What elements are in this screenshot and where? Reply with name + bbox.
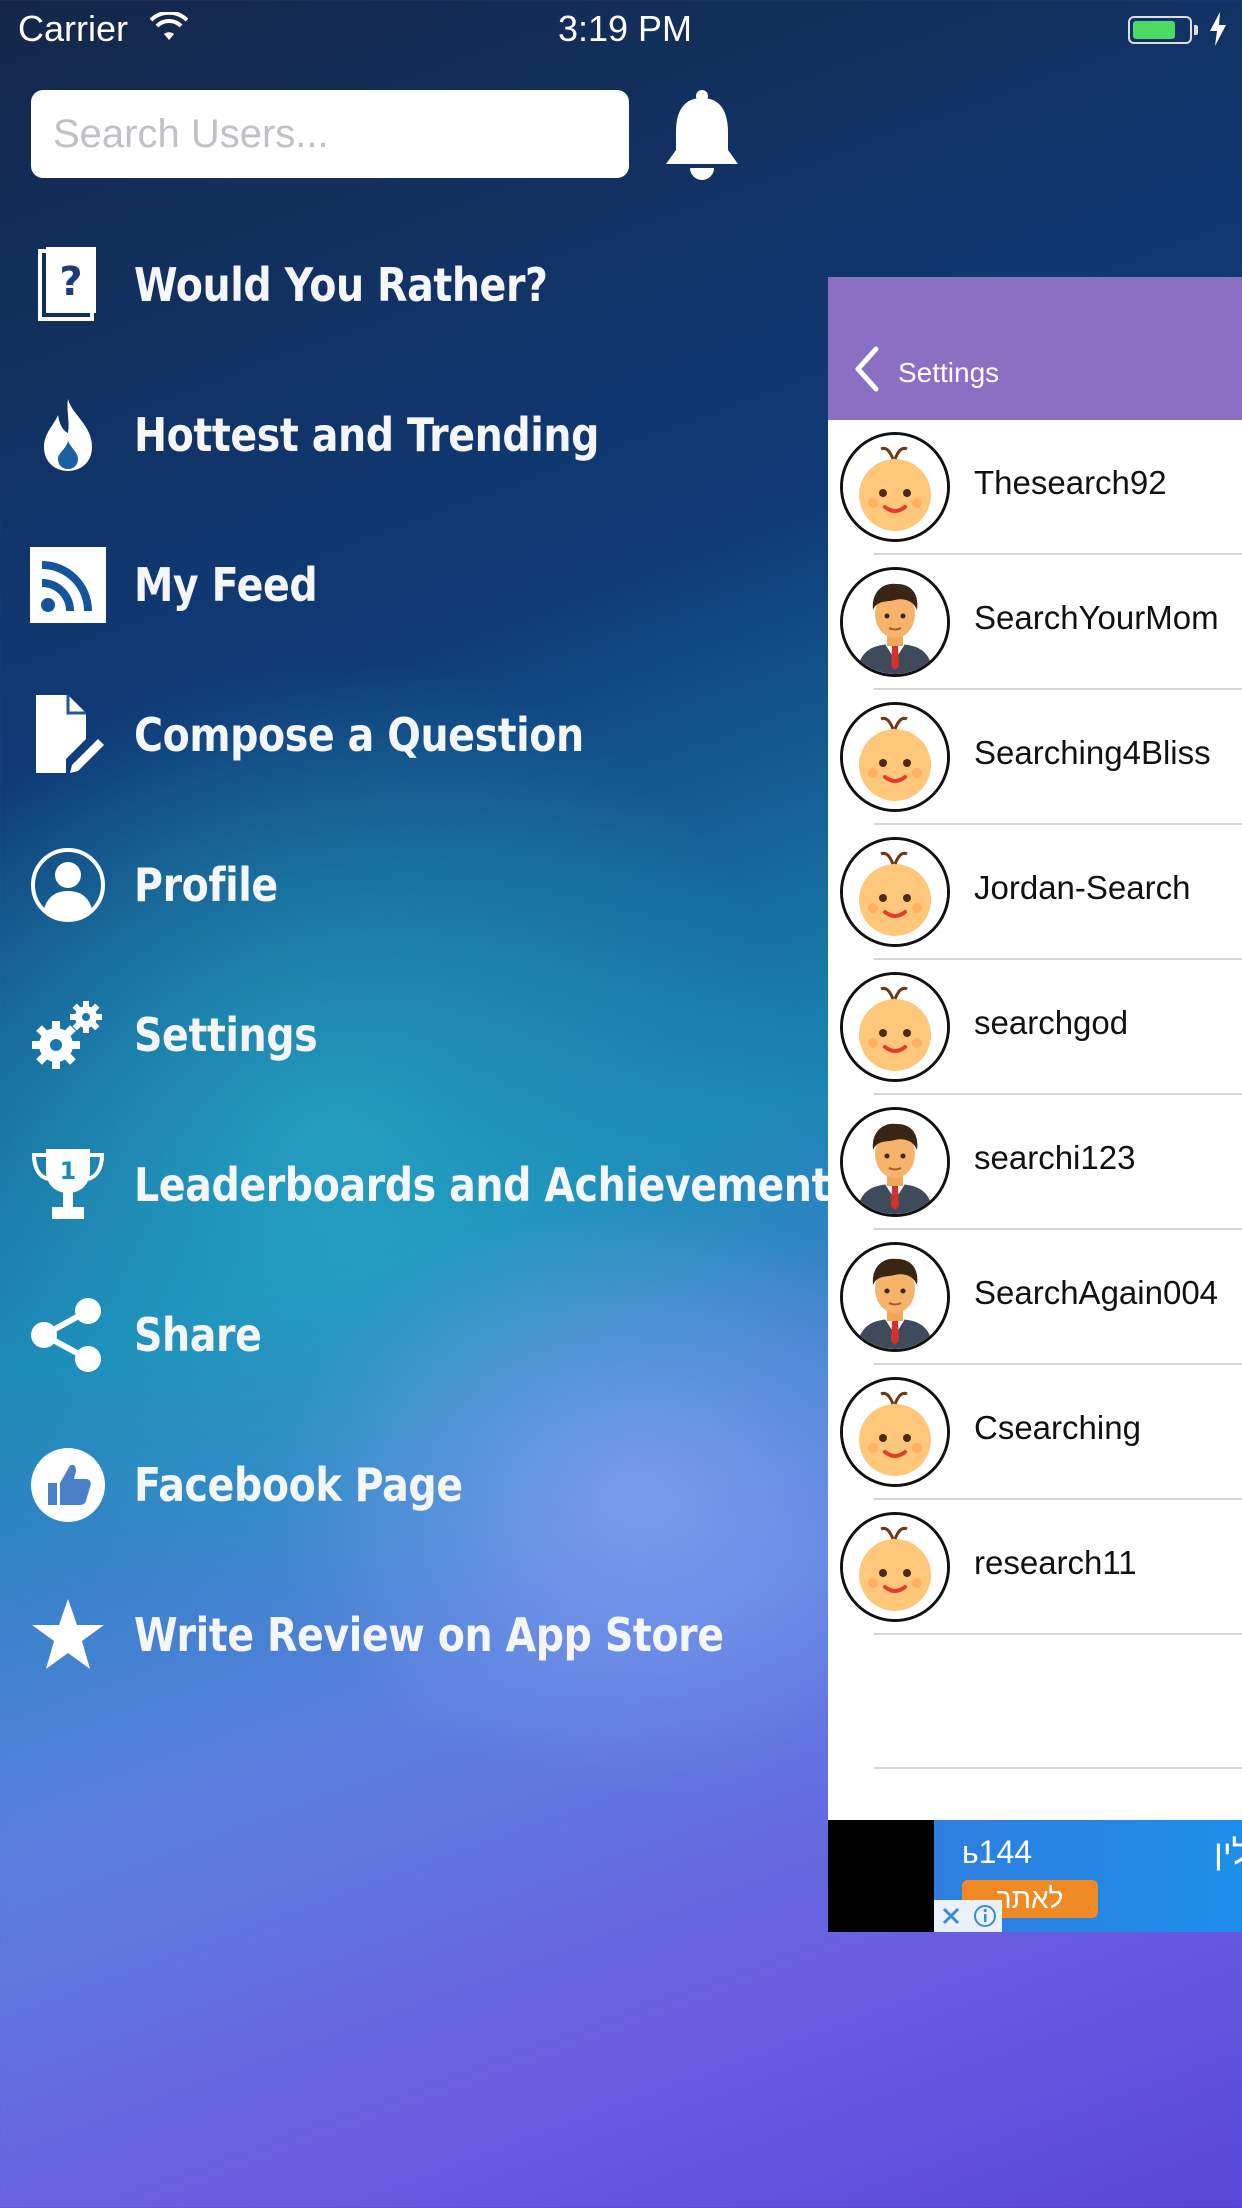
user-result-row[interactable]: SearchAgain004 — [828, 1230, 1242, 1365]
gears-icon — [30, 990, 106, 1080]
back-button-label[interactable]: Settings — [898, 357, 999, 389]
question-book-icon: ? — [30, 240, 106, 330]
search-results-panel: Settings Thesearch92 SearchYourMom Searchi… — [828, 277, 1242, 1932]
baby-avatar-icon — [843, 435, 947, 539]
menu-item-write-review[interactable]: Write Review on App Store — [30, 1585, 820, 1685]
panel-header: Settings — [828, 277, 1242, 420]
username-label: research11 — [974, 1544, 1137, 1581]
info-icon[interactable] — [968, 1900, 1002, 1932]
ad-banner[interactable]: ь144 לין לאתר — [828, 1820, 1242, 1932]
battery-icon — [1128, 16, 1192, 44]
menu-label: Write Review on App Store — [134, 1608, 724, 1662]
avatar — [840, 837, 950, 947]
avatar — [840, 1107, 950, 1217]
user-result-row[interactable]: SearchYourMom — [828, 555, 1242, 690]
row-separator — [874, 1767, 1242, 1769]
trophy-icon: 1 — [30, 1140, 106, 1230]
rss-icon — [30, 540, 106, 630]
menu-item-facebook-page[interactable]: Facebook Page — [30, 1435, 820, 1535]
username-label: Csearching — [974, 1409, 1141, 1446]
user-result-row[interactable]: research11 — [828, 1500, 1242, 1635]
username-label: searchi123 — [974, 1139, 1136, 1176]
ad-text: ь144 — [962, 1834, 1033, 1870]
baby-avatar-icon — [843, 975, 947, 1079]
menu-item-compose-question[interactable]: Compose a Question — [30, 685, 820, 785]
status-bar: Carrier 3:19 PM — [0, 0, 1242, 60]
svg-text:?: ? — [59, 259, 82, 305]
man-avatar-icon — [843, 570, 947, 674]
star-icon — [30, 1590, 106, 1680]
baby-avatar-icon — [843, 1515, 947, 1619]
user-result-row[interactable]: searchgod — [828, 960, 1242, 1095]
charging-bolt-icon — [1210, 12, 1226, 46]
menu-label: Compose a Question — [134, 708, 584, 762]
menu-label: Facebook Page — [134, 1458, 463, 1512]
avatar — [840, 1377, 950, 1487]
avatar — [840, 1242, 950, 1352]
menu-item-hottest-trending[interactable]: Hottest and Trending — [30, 385, 820, 485]
row-separator — [874, 1633, 1242, 1635]
username-label: Jordan-Search — [974, 869, 1191, 906]
baby-avatar-icon — [843, 840, 947, 944]
close-icon[interactable] — [934, 1900, 968, 1932]
avatar — [840, 702, 950, 812]
man-avatar-icon — [843, 1245, 947, 1349]
baby-avatar-icon — [843, 1380, 947, 1484]
thumbs-up-icon — [30, 1440, 106, 1530]
battery-cap — [1194, 25, 1198, 35]
chevron-left-icon[interactable] — [850, 345, 882, 393]
user-result-row[interactable]: Jordan-Search — [828, 825, 1242, 960]
user-result-row[interactable]: searchi123 — [828, 1095, 1242, 1230]
menu-item-would-you-rather[interactable]: ? Would You Rather? — [30, 235, 820, 335]
menu-item-share[interactable]: Share — [30, 1285, 820, 1385]
user-result-row[interactable]: Csearching — [828, 1365, 1242, 1500]
profile-icon — [30, 840, 106, 930]
user-result-row[interactable]: Thesearch92 — [828, 420, 1242, 555]
menu-label: Would You Rather? — [134, 258, 548, 312]
avatar — [840, 567, 950, 677]
username-label: SearchAgain004 — [974, 1274, 1219, 1311]
compose-icon — [30, 690, 106, 780]
menu-label: Leaderboards and Achievements — [134, 1158, 854, 1212]
man-avatar-icon — [843, 1110, 947, 1214]
menu-item-settings[interactable]: Settings — [30, 985, 820, 1085]
svg-text:1: 1 — [60, 1157, 77, 1185]
menu-item-profile[interactable]: Profile — [30, 835, 820, 935]
avatar — [840, 972, 950, 1082]
clock: 3:19 PM — [557, 8, 693, 49]
menu-item-leaderboards[interactable]: 1 Leaderboards and Achievements — [30, 1135, 854, 1235]
menu-label: My Feed — [134, 558, 318, 612]
username-label: Searching4Bliss — [974, 734, 1211, 771]
share-icon — [30, 1290, 106, 1380]
baby-avatar-icon — [843, 705, 947, 809]
ad-text: לין — [1214, 1834, 1242, 1872]
search-users-input[interactable] — [31, 90, 629, 178]
notification-bell-icon[interactable] — [662, 88, 742, 184]
flame-icon — [30, 390, 106, 480]
username-label: Thesearch92 — [974, 464, 1167, 501]
menu-label: Hottest and Trending — [134, 408, 600, 462]
menu-label: Share — [134, 1308, 262, 1362]
avatar — [840, 1512, 950, 1622]
username-label: searchgod — [974, 1004, 1129, 1041]
menu-item-my-feed[interactable]: My Feed — [30, 535, 820, 635]
username-label: SearchYourMom — [974, 599, 1219, 636]
user-result-row[interactable]: Searching4Bliss — [828, 690, 1242, 825]
menu-label: Profile — [134, 858, 278, 912]
menu-label: Settings — [134, 1008, 318, 1062]
avatar — [840, 432, 950, 542]
